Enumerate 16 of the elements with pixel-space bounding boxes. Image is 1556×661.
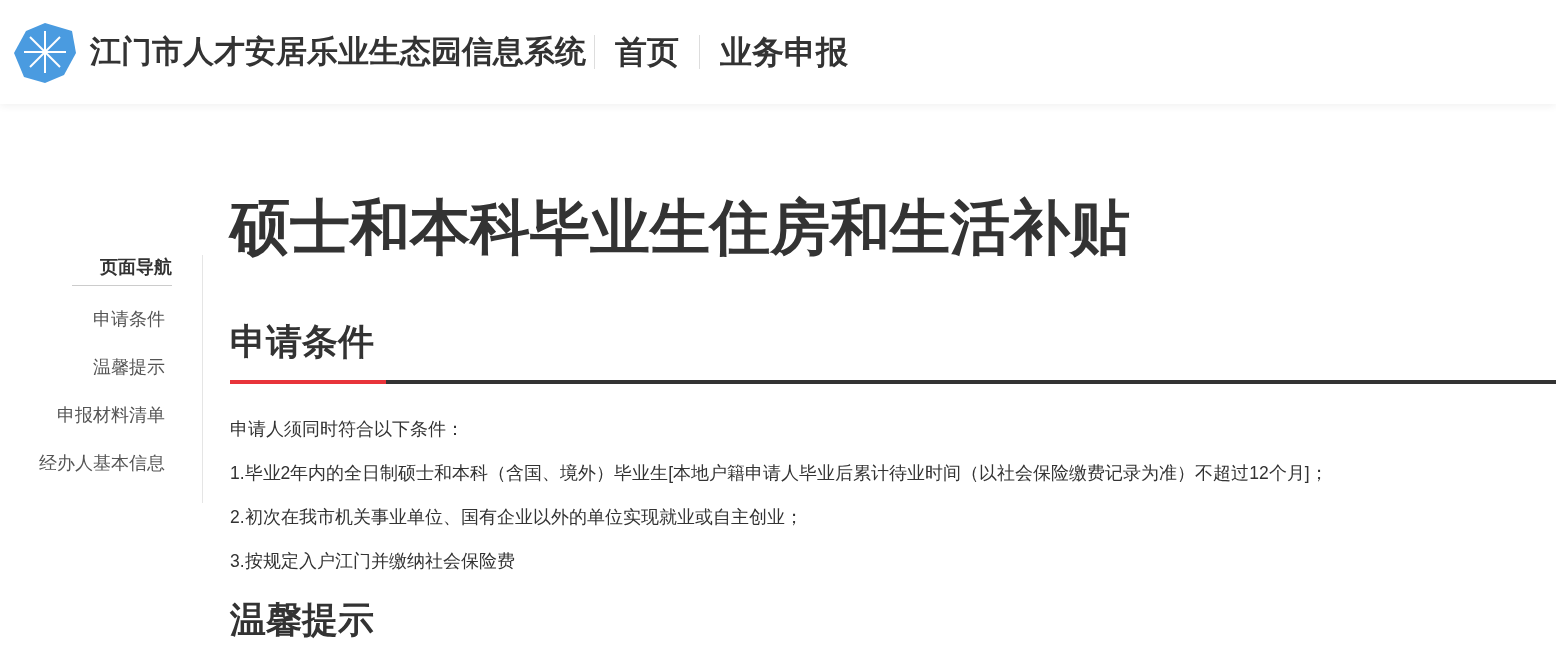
sidebar-link[interactable]: 申报材料清单: [57, 404, 165, 426]
section-heading: 温馨提示: [230, 598, 375, 642]
nav-link[interactable]: 首页: [594, 35, 699, 69]
paragraph: 3.按规定入户江门并缴纳社会保险费: [230, 550, 516, 573]
paragraph: 1.毕业2年内的全日制硕士和本科（含国、境外）毕业生[本地户籍申请人毕业后累计待业时间（以社会保险缴费记录为准）不超过12个月]；: [230, 462, 1329, 485]
logo-icon: [14, 21, 76, 83]
sidebar-link[interactable]: 温馨提示: [93, 356, 165, 378]
sidebar-title: 页面导航: [72, 255, 172, 286]
section-heading: 申请条件: [230, 320, 375, 364]
paragraph: 2.初次在我市机关事业单位、国有企业以外的单位实现就业或自主创业；: [230, 506, 804, 529]
site-title: 江门市人才安居乐业生态园信息系统: [90, 33, 586, 71]
page-title: 硕士和本科毕业生住房和生活补贴: [230, 193, 1131, 263]
nav-link[interactable]: 业务申报: [699, 35, 868, 69]
sidebar-link[interactable]: 经办人基本信息: [39, 452, 165, 474]
paragraph: 申请人须同时符合以下条件：: [230, 418, 465, 441]
sidebar-link[interactable]: 申请条件: [93, 308, 165, 330]
